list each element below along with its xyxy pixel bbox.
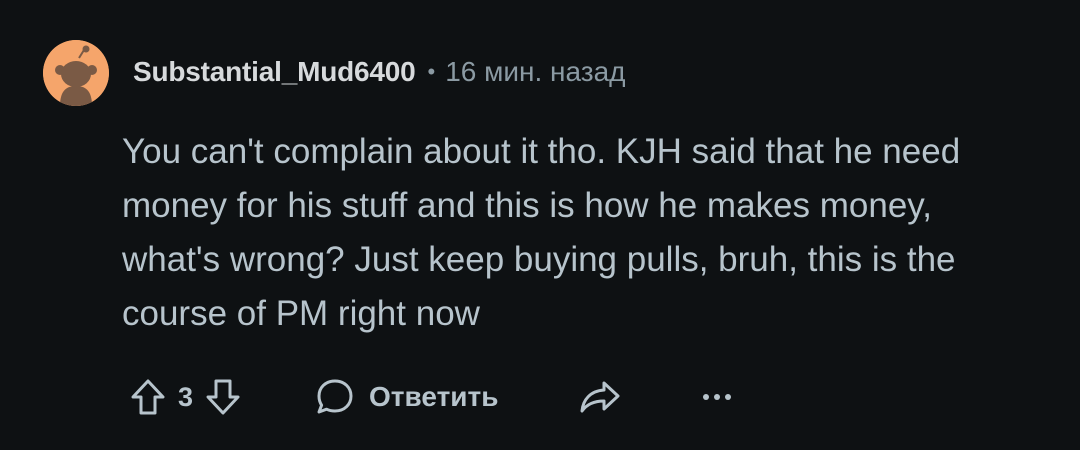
comment-body: You can't complain about it tho. KJH sai… xyxy=(122,132,961,333)
user-avatar[interactable] xyxy=(43,40,109,106)
more-options-button[interactable] xyxy=(702,391,732,403)
upvote-button[interactable] xyxy=(130,377,166,417)
reply-button[interactable]: Ответить xyxy=(315,377,498,417)
upvote-icon xyxy=(131,379,165,415)
downvote-button[interactable] xyxy=(205,377,241,417)
comment-header: Substantial_Mud6400 • 16 мин. назад xyxy=(133,52,626,92)
username-link[interactable]: Substantial_Mud6400 xyxy=(133,56,416,88)
comment: Substantial_Mud6400 • 16 мин. назад You … xyxy=(0,0,1080,450)
downvote-icon xyxy=(206,379,240,415)
comment-actions: 3 Ответить xyxy=(130,372,732,422)
meta-separator: • xyxy=(427,59,436,84)
reply-label: Ответить xyxy=(369,381,499,412)
snoo-avatar-icon xyxy=(43,40,109,106)
timestamp: 16 мин. назад xyxy=(445,56,626,87)
vote-group: 3 xyxy=(130,377,241,417)
share-arrow-icon xyxy=(580,381,620,413)
more-options-icon xyxy=(703,394,732,400)
share-button[interactable] xyxy=(578,377,622,417)
vote-score: 3 xyxy=(178,381,194,412)
comment-bubble-icon xyxy=(317,379,353,414)
